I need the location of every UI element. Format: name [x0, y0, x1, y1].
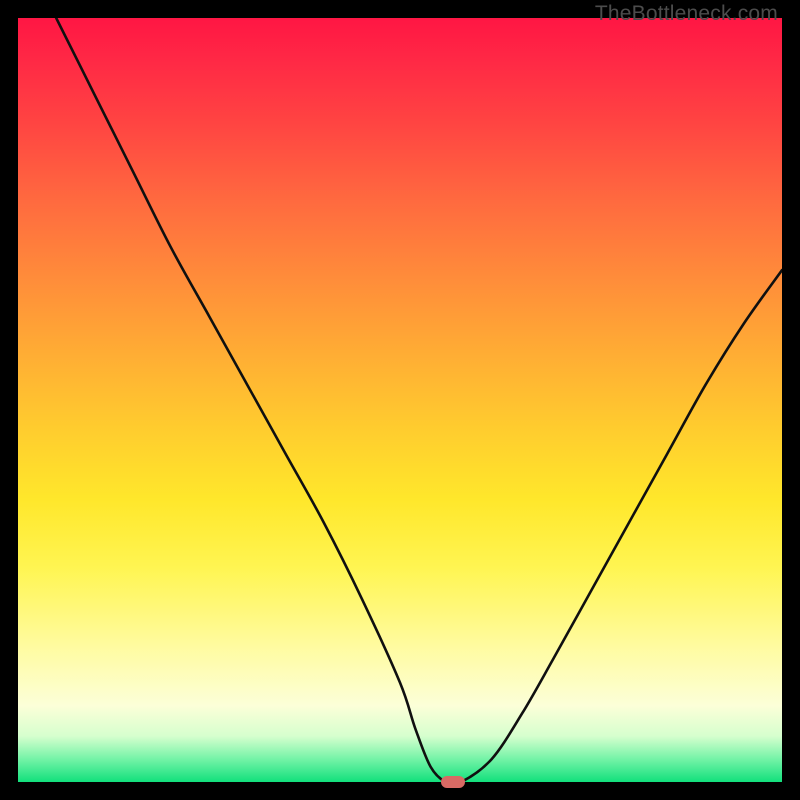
chart-frame: TheBottleneck.com — [0, 0, 800, 800]
minimum-marker — [441, 776, 465, 788]
watermark-text: TheBottleneck.com — [595, 2, 778, 26]
plot-area — [18, 18, 782, 782]
bottleneck-curve — [18, 18, 782, 782]
